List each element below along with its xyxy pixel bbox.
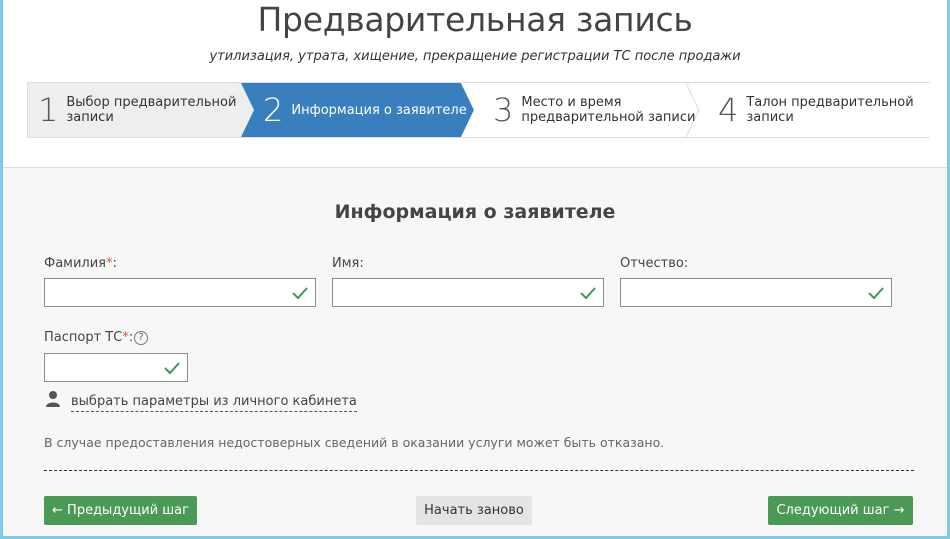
patronymic-input[interactable] (621, 279, 891, 306)
surname-label: Фамилия*: (44, 256, 117, 271)
step-4[interactable]: 4 Талон предварительной записи (718, 83, 914, 137)
divider (44, 470, 914, 471)
name-input[interactable] (333, 279, 603, 306)
surname-input[interactable] (45, 279, 315, 306)
passport-label: Паспорт ТС*: (44, 330, 134, 345)
passport-field[interactable] (44, 353, 188, 382)
check-icon (868, 287, 884, 300)
steps-bar: 1 Выбор предварительной записи 2 Информац… (27, 82, 931, 138)
step-1-number: 1 (38, 91, 59, 129)
step-2-label: Информация о заявителе (291, 102, 467, 118)
page-title: Предварительная запись (257, 0, 693, 39)
step-2[interactable]: 2 Информация о заявителе (263, 83, 467, 137)
next-step-button[interactable]: Следующий шаг → (768, 496, 913, 525)
check-icon (580, 287, 596, 300)
surname-field[interactable] (44, 278, 316, 307)
step-3[interactable]: 3 Место и время предварительной записи (493, 83, 695, 137)
step-2-number: 2 (263, 91, 284, 129)
user-icon (46, 391, 60, 407)
notice-text: В случае предоставления недостоверных св… (44, 435, 665, 450)
name-label: Имя: (332, 256, 364, 271)
patronymic-label: Отчество: (620, 256, 689, 271)
help-icon[interactable]: ? (134, 331, 148, 345)
check-icon (164, 362, 180, 375)
prev-step-button[interactable]: ← Предыдущий шаг (44, 496, 197, 525)
page-subtitle: утилизация, утрата, хищение, прекращение… (209, 49, 741, 64)
cabinet-link[interactable]: выбрать параметры из личного кабинета (71, 394, 357, 412)
section-title: Информация о заявителе (334, 201, 616, 223)
step-3-label: Место и время предварительной записи (521, 95, 696, 125)
step-1-label: Выбор предварительной записи (66, 95, 237, 125)
check-icon (292, 287, 308, 300)
step-3-number: 3 (493, 91, 514, 129)
step-1[interactable]: 1 Выбор предварительной записи (38, 83, 236, 137)
name-field[interactable] (332, 278, 604, 307)
step-4-number: 4 (718, 91, 739, 129)
restart-button[interactable]: Начать заново (416, 496, 532, 525)
step-4-label: Талон предварительной записи (746, 95, 914, 125)
patronymic-field[interactable] (620, 278, 892, 307)
